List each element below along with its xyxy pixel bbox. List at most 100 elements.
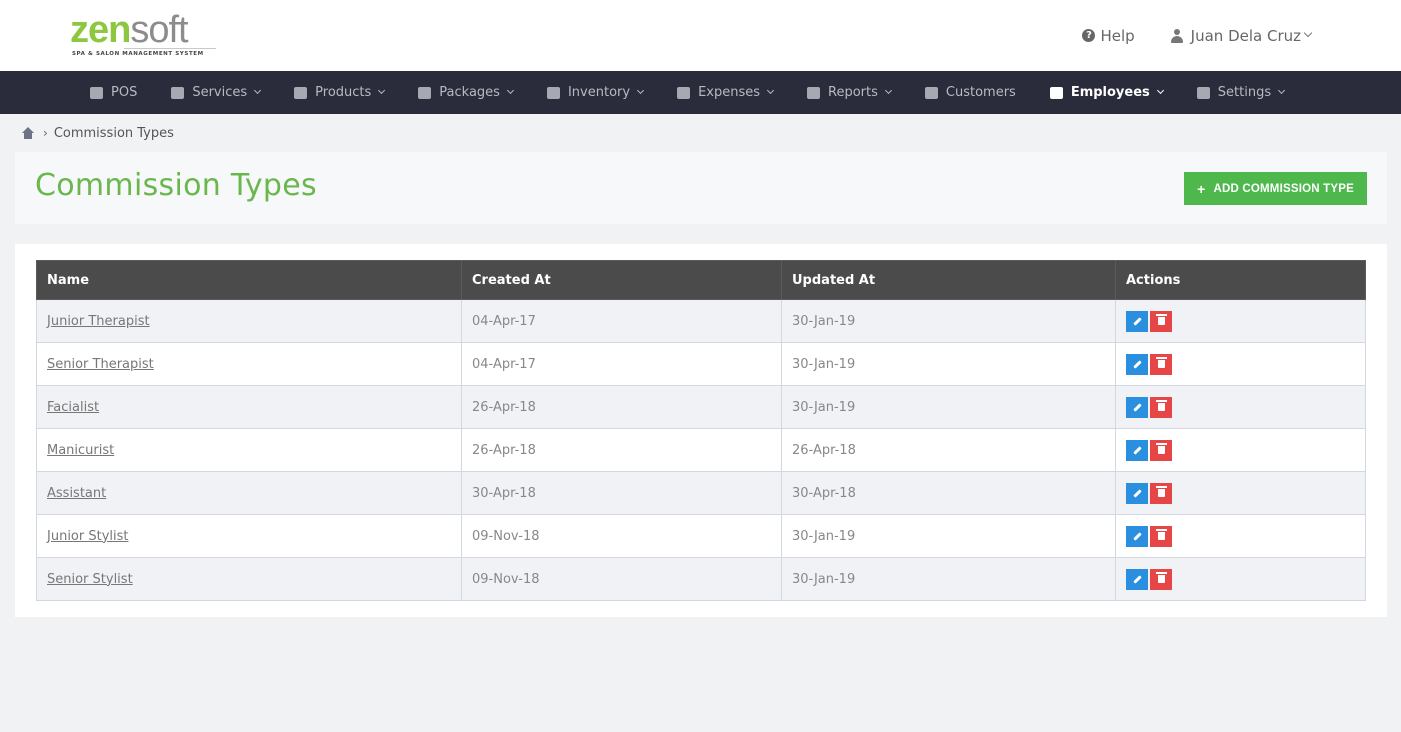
edit-button[interactable] — [1126, 568, 1148, 590]
page-header-panel: Commission Types + ADD COMMISSION TYPE — [15, 152, 1387, 224]
home-icon[interactable] — [21, 127, 35, 139]
plus-icon: + — [1197, 180, 1206, 197]
cell-actions — [1115, 471, 1366, 515]
help-link[interactable]: ? Help — [1082, 27, 1135, 45]
question-circle-icon: ? — [1082, 29, 1096, 42]
column-header-updated-at[interactable]: Updated At — [781, 260, 1116, 300]
delete-button[interactable] — [1150, 525, 1172, 547]
user-name: Juan Dela Cruz — [1190, 26, 1301, 45]
nav-item-expenses[interactable]: Expenses — [677, 85, 775, 100]
table-panel: Name Created At Updated At Actions Junio… — [15, 244, 1387, 617]
cell-updated-at: 30-Jan-19 — [781, 299, 1116, 343]
table-row: Manicurist 26-Apr-18 26-Apr-18 — [36, 428, 1366, 472]
users-icon — [924, 86, 938, 99]
table-row: Senior Stylist 09-Nov-18 30-Jan-19 — [36, 557, 1366, 601]
nav-item-label: Customers — [945, 85, 1016, 100]
cell-created-at: 09-Nov-18 — [461, 514, 782, 558]
nav-item-inventory[interactable]: Inventory — [546, 85, 645, 100]
pencil-icon — [1132, 316, 1142, 326]
nav-item-settings[interactable]: Settings — [1196, 85, 1286, 100]
row-actions — [1126, 568, 1365, 590]
row-actions — [1126, 353, 1365, 375]
table-row: Junior Stylist 09-Nov-18 30-Jan-19 — [36, 514, 1366, 558]
edit-button[interactable] — [1126, 396, 1148, 418]
breadcrumb-separator-icon: › — [43, 126, 48, 140]
column-header-name[interactable]: Name — [36, 260, 462, 300]
chevron-down-icon — [506, 86, 515, 95]
cell-updated-at: 26-Apr-18 — [781, 428, 1116, 472]
trash-icon — [1155, 443, 1167, 454]
column-header-created-at[interactable]: Created At — [461, 260, 782, 300]
row-actions — [1126, 482, 1365, 504]
cell-created-at: 04-Apr-17 — [461, 342, 782, 386]
commission-type-link[interactable]: Junior Stylist — [47, 529, 129, 544]
delete-button[interactable] — [1150, 310, 1172, 332]
cell-actions — [1115, 557, 1366, 601]
zensoft-logo[interactable]: zensoft SPA & SALON MANAGEMENT SYSTEM — [70, 10, 220, 62]
commission-type-link[interactable]: Junior Therapist — [47, 314, 150, 329]
nav-item-pos[interactable]: POS — [90, 85, 137, 100]
row-actions — [1126, 439, 1365, 461]
pencil-icon — [1132, 531, 1142, 541]
edit-button[interactable] — [1126, 310, 1148, 332]
tags-icon — [418, 86, 432, 99]
trash-icon — [1155, 400, 1167, 411]
nav-item-products[interactable]: Products — [294, 85, 386, 100]
edit-button[interactable] — [1126, 439, 1148, 461]
edit-button[interactable] — [1126, 525, 1148, 547]
nav-item-label: POS — [111, 85, 138, 100]
cell-name: Senior Stylist — [36, 557, 462, 601]
logo-soft-text: soft — [130, 9, 188, 51]
nav-item-customers[interactable]: Customers — [924, 85, 1016, 100]
cell-created-at: 09-Nov-18 — [461, 557, 782, 601]
cell-created-at: 30-Apr-18 — [461, 471, 782, 515]
delete-button[interactable] — [1150, 482, 1172, 504]
cell-updated-at: 30-Jan-19 — [781, 557, 1116, 601]
pencil-icon — [1132, 488, 1142, 498]
briefcase-icon — [1049, 86, 1063, 99]
nav-item-label: Services — [192, 85, 248, 100]
nav-item-employees[interactable]: Employees — [1049, 85, 1164, 100]
nav-item-reports[interactable]: Reports — [807, 85, 892, 100]
chevron-down-icon — [254, 86, 262, 95]
commission-type-link[interactable]: Manicurist — [47, 443, 114, 458]
calculator-icon — [90, 86, 103, 99]
cell-name: Senior Therapist — [36, 342, 462, 386]
pencil-icon — [1132, 359, 1142, 369]
nav-item-packages[interactable]: Packages — [418, 85, 515, 100]
delete-button[interactable] — [1150, 396, 1172, 418]
cell-created-at: 26-Apr-18 — [461, 385, 782, 429]
add-commission-type-button[interactable]: + ADD COMMISSION TYPE — [1184, 172, 1367, 205]
cell-created-at: 04-Apr-17 — [461, 299, 782, 343]
chevron-down-icon — [1303, 28, 1313, 37]
nav-item-label: Reports — [828, 85, 878, 100]
pencil-icon — [1132, 574, 1142, 584]
commission-type-link[interactable]: Facialist — [47, 400, 99, 415]
nav-item-services[interactable]: Services — [171, 85, 262, 100]
commission-type-link[interactable]: Senior Therapist — [47, 357, 154, 372]
logo-zen-text: zen — [70, 9, 131, 51]
nav-item-label: Packages — [439, 85, 500, 100]
delete-button[interactable] — [1150, 568, 1172, 590]
chevron-down-icon — [378, 86, 386, 95]
cell-updated-at: 30-Jan-19 — [781, 385, 1116, 429]
row-actions — [1126, 396, 1365, 418]
table-row: Senior Therapist 04-Apr-17 30-Jan-19 — [36, 342, 1366, 386]
gear-icon — [1196, 86, 1210, 99]
nav-item-label: Expenses — [698, 85, 761, 100]
delete-button[interactable] — [1150, 439, 1172, 461]
logo-tagline: SPA & SALON MANAGEMENT SYSTEM — [72, 51, 204, 57]
edit-button[interactable] — [1126, 353, 1148, 375]
table-row: Assistant 30-Apr-18 30-Apr-18 — [36, 471, 1366, 515]
trash-icon — [1155, 357, 1167, 368]
cell-actions — [1115, 342, 1366, 386]
user-menu[interactable]: Juan Dela Cruz — [1170, 26, 1313, 45]
trash-icon — [1155, 572, 1167, 583]
cart-icon — [294, 86, 308, 99]
delete-button[interactable] — [1150, 353, 1172, 375]
edit-button[interactable] — [1126, 482, 1148, 504]
commission-type-link[interactable]: Senior Stylist — [47, 572, 133, 587]
cell-updated-at: 30-Apr-18 — [781, 471, 1116, 515]
logo-divider — [124, 48, 216, 49]
commission-type-link[interactable]: Assistant — [47, 486, 106, 501]
